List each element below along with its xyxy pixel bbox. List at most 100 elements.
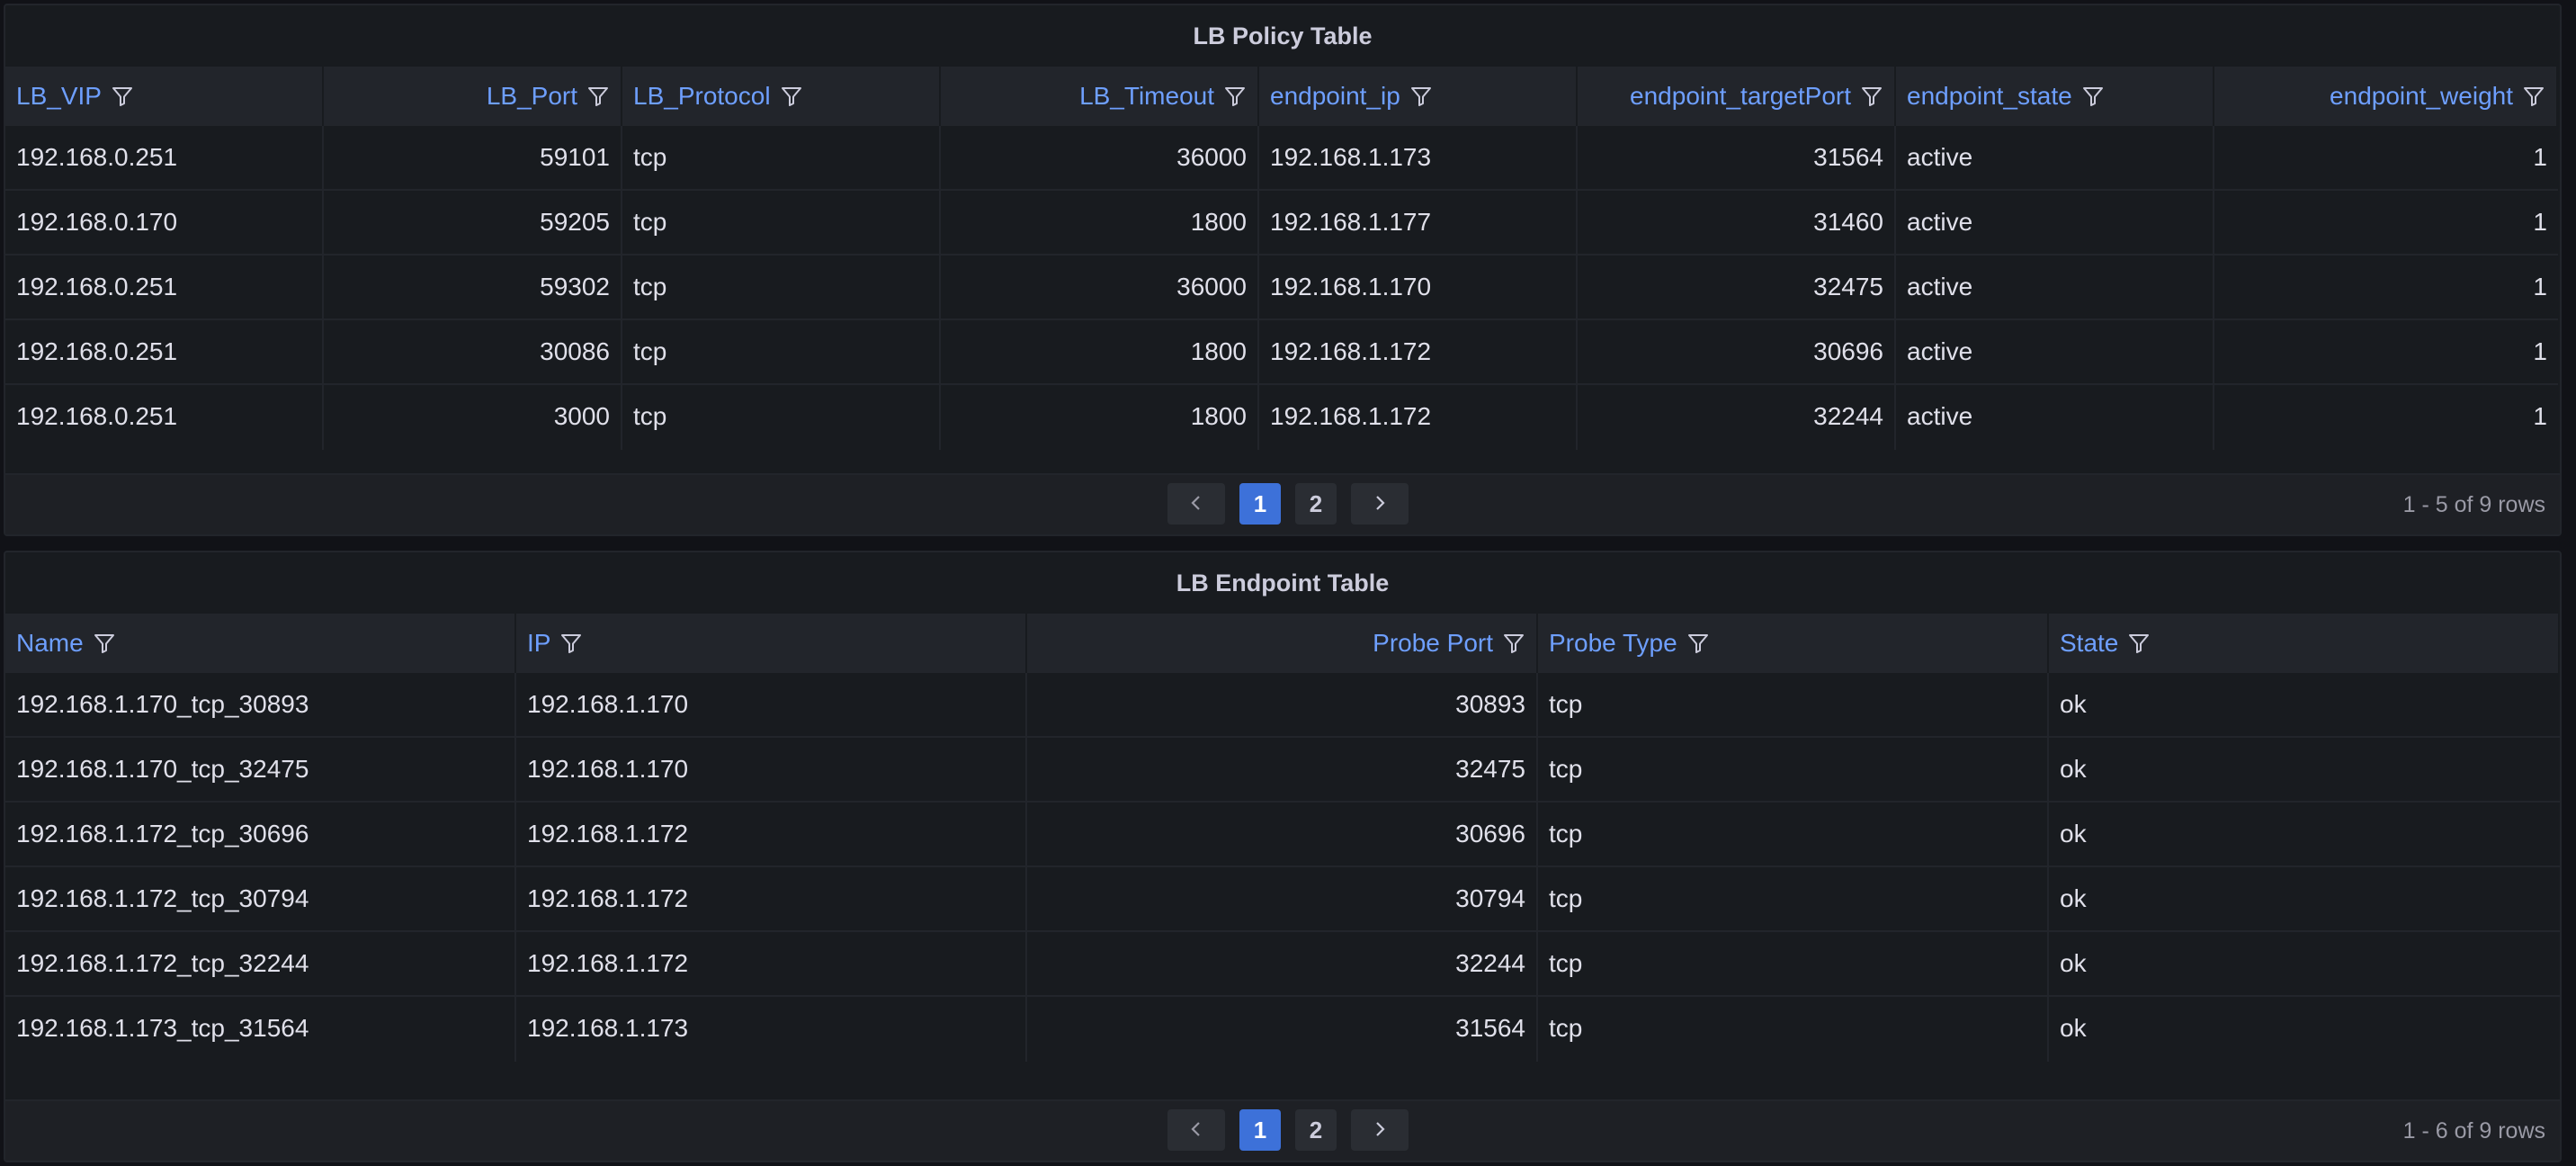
column-header[interactable]: LB_Timeout: [941, 67, 1259, 126]
chevron-left-icon: [1189, 490, 1203, 518]
column-header-label: LB_VIP: [16, 82, 102, 110]
table-cell: 31564: [1578, 126, 1896, 191]
table-cell: 192.168.1.173: [516, 997, 1027, 1062]
table-cell: 1: [2533, 402, 2547, 430]
table-cell: tcp: [1538, 867, 2049, 932]
column-header-label: endpoint_targetPort: [1630, 82, 1851, 110]
column-header[interactable]: LB_VIP: [5, 67, 324, 126]
panel-title: LB Endpoint Table: [1176, 570, 1390, 596]
table-cell: active: [1896, 256, 2214, 320]
table-cell: 36000: [941, 256, 1259, 320]
column-header[interactable]: Name: [5, 614, 516, 673]
column-header-label: Name: [16, 629, 84, 657]
pagination: 1 2: [1167, 1109, 1409, 1151]
lb-policy-table: LB_VIP LB_Port LB_Protocol LB_Timeout endpoi…: [5, 67, 2560, 450]
table-cell: 1800: [941, 320, 1259, 385]
filter-icon[interactable]: [559, 632, 583, 655]
filter-icon[interactable]: [1223, 85, 1247, 108]
table-cell: 31564: [1027, 997, 1538, 1062]
table-cell: 30696: [1027, 803, 1538, 867]
filter-icon[interactable]: [111, 85, 134, 108]
column-header[interactable]: Probe Type: [1538, 614, 2049, 673]
chevron-right-icon: [1373, 1117, 1387, 1144]
chevron-right-icon: [1373, 490, 1387, 518]
filter-icon[interactable]: [1686, 632, 1710, 655]
filter-icon[interactable]: [2127, 632, 2151, 655]
filter-icon[interactable]: [1502, 632, 1525, 655]
table-cell: active: [1896, 320, 2214, 385]
lb-endpoint-panel: LB Endpoint Table Name IP Probe Port Probe …: [4, 551, 2562, 1162]
table-cell: 1800: [941, 191, 1259, 256]
prev-page-button[interactable]: [1167, 483, 1225, 525]
table-cell: active: [1896, 385, 2214, 450]
table-cell: 36000: [941, 126, 1259, 191]
prev-page-button[interactable]: [1167, 1109, 1225, 1151]
filter-icon[interactable]: [1409, 85, 1433, 108]
column-header-label: IP: [527, 629, 551, 657]
table-cell: tcp: [622, 191, 941, 256]
pagination: 1 2: [1167, 483, 1409, 525]
filter-icon[interactable]: [586, 85, 610, 108]
column-header[interactable]: endpoint_state: [1896, 67, 2214, 126]
table-cell: 1: [2214, 126, 2558, 191]
table-cell: 32475: [1578, 256, 1896, 320]
filter-icon[interactable]: [780, 85, 803, 108]
table-cell: 192.168.1.170: [516, 738, 1027, 803]
table-cell: 192.168.1.172: [1259, 320, 1578, 385]
lb-endpoint-table: Name IP Probe Port Probe Type State 192.168.1…: [5, 614, 2560, 1062]
filter-icon[interactable]: [1860, 85, 1883, 108]
next-page-button[interactable]: [1351, 1109, 1409, 1151]
column-header[interactable]: Probe Port: [1027, 614, 1538, 673]
column-header-label: endpoint_state: [1907, 82, 2072, 110]
filter-icon[interactable]: [93, 632, 116, 655]
table-cell: 192.168.0.251: [5, 385, 324, 450]
table-cell: 1: [2214, 320, 2558, 385]
table-cell: 192.168.1.173_tcp_31564: [5, 997, 516, 1062]
table-cell: 192.168.1.170_tcp_32475: [5, 738, 516, 803]
table-cell: 59101: [324, 126, 622, 191]
table-cell: 192.168.1.172: [516, 932, 1027, 997]
table-cell: tcp: [1538, 997, 2049, 1062]
table-cell: 192.168.1.170_tcp_30893: [5, 673, 516, 738]
page-1-button[interactable]: 1: [1239, 483, 1281, 525]
table-cell: 192.168.1.172_tcp_30696: [5, 803, 516, 867]
table-cell: 192.168.0.170: [5, 191, 324, 256]
table-cell: ok: [2060, 1014, 2087, 1042]
table-cell: 30794: [1027, 867, 1538, 932]
table-cell: tcp: [622, 385, 941, 450]
table-cell: 192.168.1.172: [1259, 385, 1578, 450]
row-count: 1 - 5 of 9 rows: [2402, 492, 2545, 517]
page-2-button[interactable]: 2: [1295, 1109, 1337, 1151]
table-footer: 1 2 1 - 6 of 9 rows: [5, 1099, 2560, 1161]
page-1-button[interactable]: 1: [1239, 1109, 1281, 1151]
table-cell: 32475: [1027, 738, 1538, 803]
table-cell: active: [1896, 191, 2214, 256]
page-2-button[interactable]: 2: [1295, 483, 1337, 525]
column-header[interactable]: State: [2049, 614, 2560, 673]
next-page-button[interactable]: [1351, 483, 1409, 525]
table-cell: 32244: [1578, 385, 1896, 450]
panel-title: LB Policy Table: [1193, 22, 1373, 49]
column-header[interactable]: endpoint_ip: [1259, 67, 1578, 126]
column-header-label: endpoint_weight: [2330, 82, 2513, 110]
column-header-label: LB_Timeout: [1079, 82, 1214, 110]
table-cell: ok: [2049, 867, 2560, 932]
filter-icon[interactable]: [2522, 85, 2545, 108]
table-cell: 192.168.1.173: [1259, 126, 1578, 191]
column-header-label: Probe Type: [1549, 629, 1677, 657]
table-cell: tcp: [622, 256, 941, 320]
table-cell: 1800: [941, 385, 1259, 450]
column-header[interactable]: endpoint_targetPort: [1578, 67, 1896, 126]
column-header[interactable]: IP: [516, 614, 1027, 673]
lb-policy-panel: LB Policy Table LB_VIP LB_Port LB_Protocol…: [4, 4, 2562, 536]
column-header-label: LB_Protocol: [633, 82, 771, 110]
column-header[interactable]: endpoint_weight: [2214, 67, 2558, 126]
filter-icon[interactable]: [2081, 85, 2105, 108]
table-cell: 192.168.1.170: [516, 673, 1027, 738]
table-cell: 59205: [324, 191, 622, 256]
column-header[interactable]: LB_Protocol: [622, 67, 941, 126]
table-cell: 192.168.1.172_tcp_32244: [5, 932, 516, 997]
table-cell: 192.168.1.172_tcp_30794: [5, 867, 516, 932]
table-cell: 31460: [1578, 191, 1896, 256]
column-header[interactable]: LB_Port: [324, 67, 622, 126]
